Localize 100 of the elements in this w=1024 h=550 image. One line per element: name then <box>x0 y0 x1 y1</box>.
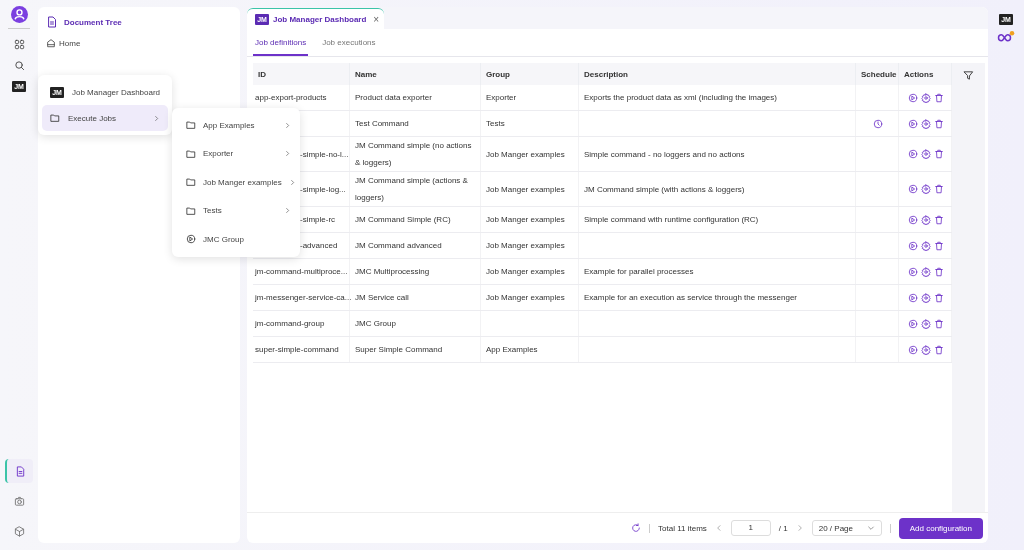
document-icon <box>14 465 26 477</box>
gear-icon[interactable] <box>921 344 931 355</box>
table-cell: Exporter <box>486 93 517 102</box>
table-cell: -simple-log... <box>300 184 346 194</box>
play-circle-icon[interactable] <box>908 318 918 329</box>
table-cell: App Examples <box>486 345 538 354</box>
trash-icon[interactable] <box>934 214 944 225</box>
play-circle-icon[interactable] <box>908 92 918 103</box>
document-icon <box>46 16 58 28</box>
table-cell: -simple-no-l... <box>300 149 349 159</box>
table-cell: -simple-rc <box>300 215 336 224</box>
table-cell: Job Manger examples <box>486 149 565 159</box>
table-cell: Job Manger examples <box>486 241 565 250</box>
table-cell: Job Manger examples <box>486 267 565 276</box>
gear-icon[interactable] <box>921 149 931 160</box>
clock-icon[interactable] <box>873 118 883 129</box>
column-header: Group <box>480 63 579 85</box>
gear-icon[interactable] <box>921 266 931 277</box>
tab[interactable]: Job definitions <box>253 29 309 56</box>
column-header: Description <box>578 63 856 85</box>
page-size-select[interactable]: 20 / Page <box>811 520 882 536</box>
camera-icon <box>13 495 25 507</box>
table-cell: Test Command <box>355 119 409 128</box>
chevron-down-icon <box>866 524 875 532</box>
play-circle-icon[interactable] <box>908 214 918 225</box>
trash-icon[interactable] <box>934 92 944 103</box>
add-configuration-button[interactable]: Add configuration <box>898 517 983 539</box>
play-circle-icon <box>186 234 196 245</box>
table-cell: Example for parallel processes <box>584 267 694 276</box>
rail-button[interactable] <box>5 459 33 483</box>
gear-icon[interactable] <box>921 318 931 329</box>
trash-icon[interactable] <box>934 149 944 160</box>
folder-icon <box>186 120 196 131</box>
column-header: Actions <box>898 63 952 85</box>
table-cell: Example for an execution as service through the messenger <box>584 293 797 302</box>
trash-icon[interactable] <box>934 266 944 277</box>
refresh-icon[interactable] <box>631 523 642 533</box>
table-cell: Product data exporter <box>355 93 432 102</box>
table-cell: super-simple-command <box>255 345 339 354</box>
tree-item[interactable]: Home <box>46 38 232 48</box>
menu-item[interactable]: JMC Group <box>176 225 296 254</box>
sidebar-title: Document Tree <box>64 17 122 27</box>
page-input[interactable]: 1 <box>730 520 771 536</box>
gear-icon[interactable] <box>921 214 931 225</box>
table-cell: Job Manger examples <box>486 184 565 194</box>
play-circle-icon[interactable] <box>908 240 918 251</box>
search-icon[interactable] <box>13 60 25 71</box>
gear-icon[interactable] <box>921 118 931 129</box>
table-cell: Tests <box>486 119 505 128</box>
menu-item[interactable]: Execute Jobs <box>42 105 168 131</box>
table-cell: Exports the product data as xml (including the images) <box>584 93 777 102</box>
trash-icon[interactable] <box>934 240 944 251</box>
table-cell: JM Service call <box>355 293 409 302</box>
table-cell: JMC Multiprocessing <box>355 267 430 276</box>
table-cell: Super Simple Command <box>355 345 443 354</box>
table-cell: JM Command simple (with actions & loggers) <box>584 184 745 194</box>
trash-icon[interactable] <box>934 344 944 355</box>
column-header: ID <box>253 63 350 85</box>
page-count: / 1 <box>778 523 788 533</box>
gear-icon[interactable] <box>921 92 931 103</box>
trash-icon[interactable] <box>934 184 944 195</box>
table-cell: JMC Group <box>355 319 396 328</box>
play-circle-icon[interactable] <box>908 266 918 277</box>
folder-icon <box>50 113 60 123</box>
gear-icon[interactable] <box>921 240 931 251</box>
cube-icon <box>13 525 25 537</box>
trash-icon[interactable] <box>934 118 944 129</box>
filter-icon[interactable] <box>963 70 974 81</box>
table-cell: Simple command with runtime configuration (RC) <box>584 215 759 224</box>
menu-item[interactable]: Job Manger examples <box>176 168 296 197</box>
gear-icon[interactable] <box>921 184 931 195</box>
column-header: Schedule <box>855 63 899 85</box>
table-cell: app-export-products <box>255 93 327 102</box>
gear-icon[interactable] <box>921 292 931 303</box>
trash-icon[interactable] <box>934 318 944 329</box>
play-circle-icon[interactable] <box>908 118 918 129</box>
table-cell: JM Command advanced <box>355 241 442 250</box>
menu-item[interactable]: App Examples <box>176 111 296 140</box>
table-cell: JM Command simple (actions & loggers) <box>355 176 468 202</box>
play-circle-icon[interactable] <box>908 184 918 195</box>
play-circle-icon[interactable] <box>908 344 918 355</box>
table-cell: Simple command - no loggers and no actions <box>584 149 745 159</box>
user-icon[interactable] <box>10 6 28 23</box>
tab[interactable]: Job executions <box>320 29 378 56</box>
menu-item[interactable]: Exporter <box>176 139 296 168</box>
trash-icon[interactable] <box>934 292 944 303</box>
close-icon[interactable]: × <box>373 13 380 25</box>
folder-icon <box>186 205 196 216</box>
total-count: Total 11 items <box>658 523 707 533</box>
table-cell: Job Manger examples <box>486 293 565 302</box>
home-icon <box>46 38 56 48</box>
play-circle-icon[interactable] <box>908 149 918 160</box>
table-cell: jm-command-multiproce... <box>255 267 348 276</box>
table-cell: JM Command simple (no actions & loggers) <box>355 141 472 167</box>
menu-item[interactable]: Tests <box>176 196 296 225</box>
table-cell: Job Manger examples <box>486 215 565 224</box>
table-cell: -advanced <box>300 241 338 250</box>
play-circle-icon[interactable] <box>908 292 918 303</box>
loop-logo-icon[interactable] <box>997 31 1015 43</box>
apps-icon[interactable] <box>13 39 25 50</box>
